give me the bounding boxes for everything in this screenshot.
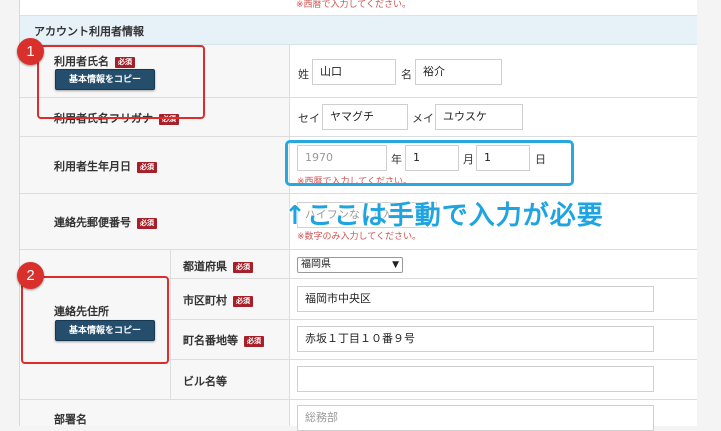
- last-name-kana-input[interactable]: ヤマグチ: [322, 104, 408, 130]
- step-badge-2: 2: [17, 262, 44, 289]
- required-badge: 必須: [233, 261, 253, 273]
- step-badge-1: 1: [17, 38, 44, 65]
- first-name-input[interactable]: 裕介: [415, 59, 502, 85]
- city-input[interactable]: 福岡市中央区: [297, 286, 654, 312]
- postal-label: 連絡先郵便番号 必須: [54, 214, 157, 230]
- prefecture-select[interactable]: 福岡県 ▼: [297, 257, 403, 273]
- last-name-input[interactable]: 山口: [312, 59, 396, 85]
- mei-label: 名: [401, 68, 412, 81]
- highlight-box-manual: [285, 140, 574, 186]
- required-badge: 必須: [137, 217, 157, 229]
- sei-label: 姓: [298, 68, 309, 81]
- top-note: ※西暦で入力してください。: [296, 0, 412, 10]
- sei-kana-label: セイ: [298, 112, 320, 125]
- prefecture-label: 都道府県 必須: [183, 258, 253, 274]
- manual-input-annotation: ↑ここは手動で入力が必要: [284, 201, 604, 231]
- street-input[interactable]: 赤坂１丁目１０番９号: [297, 326, 654, 352]
- mei-kana-label: メイ: [412, 112, 434, 125]
- department-label: 部署名: [54, 413, 87, 426]
- section-header: アカウント利用者情報: [20, 15, 698, 45]
- highlight-box-1: [37, 45, 205, 119]
- required-badge: 必須: [233, 295, 253, 307]
- street-label: 町名番地等 必須: [183, 332, 264, 348]
- birthdate-label: 利用者生年月日 必須: [54, 158, 157, 174]
- chevron-down-icon: ▼: [392, 260, 399, 270]
- department-input[interactable]: 総務部: [297, 405, 654, 431]
- required-badge: 必須: [244, 335, 264, 347]
- first-name-kana-input[interactable]: ユウスケ: [435, 104, 523, 130]
- highlight-box-2: [21, 276, 169, 364]
- city-label: 市区町村 必須: [183, 292, 253, 308]
- building-label: ビル名等: [183, 375, 227, 388]
- page-margin-right: [697, 0, 721, 426]
- building-input[interactable]: [297, 366, 654, 392]
- required-badge: 必須: [137, 161, 157, 173]
